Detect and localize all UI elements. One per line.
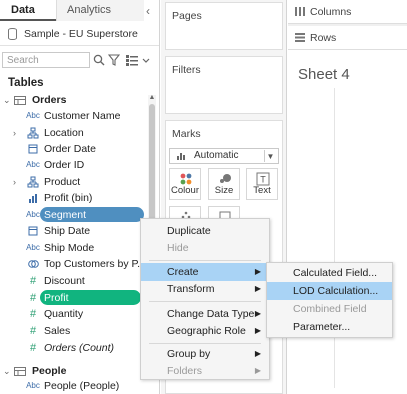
submenu-arrow-icon: ▶	[254, 284, 261, 293]
rows-icon	[295, 33, 305, 42]
calendar-icon	[28, 144, 38, 154]
expand-chevron-icon[interactable]: ›	[13, 174, 21, 190]
text-button[interactable]: T Text	[246, 168, 278, 200]
chevron-down-icon: ▼	[264, 150, 276, 162]
menu-item-create[interactable]: Create ▶	[141, 263, 269, 281]
automatic-mark-icon	[177, 153, 185, 160]
submenu-arrow-icon: ▶	[254, 349, 261, 358]
data-pane: Data Analytics ‹ Sample - EU Superstore …	[0, 0, 160, 394]
menu-item-group-by[interactable]: Group by ▶	[141, 345, 269, 363]
submenu-arrow-icon: ▶	[254, 326, 261, 335]
view-options-icon[interactable]	[125, 53, 151, 67]
pages-card[interactable]: Pages	[165, 2, 283, 50]
menu-item-lod-calculation[interactable]: LOD Calculation...	[267, 282, 392, 300]
string-type-icon: Abc	[26, 243, 40, 252]
set-icon	[28, 260, 39, 268]
menu-separator	[149, 343, 261, 344]
menu-item-parameter[interactable]: Parameter...	[267, 318, 392, 336]
table-name: Orders	[32, 94, 67, 106]
table-icon	[14, 96, 26, 105]
search-input[interactable]	[2, 52, 90, 68]
columns-icon	[295, 7, 305, 16]
mark-type-dropdown[interactable]: Automatic ▼	[169, 148, 279, 164]
size-icon	[220, 174, 231, 183]
menu-item-folders[interactable]: Folders ▶	[141, 362, 269, 380]
rows-shelf[interactable]: Rows	[288, 26, 407, 50]
menu-item-change-data-type[interactable]: Change Data Type ▶	[141, 305, 269, 323]
mark-type-label: Automatic	[194, 150, 239, 161]
colour-button[interactable]: Colour	[169, 168, 201, 200]
menu-item-calculated-field[interactable]: Calculated Field...	[267, 264, 392, 282]
submenu-arrow-icon: ▶	[254, 366, 261, 375]
hierarchy-icon	[27, 176, 39, 188]
columns-shelf[interactable]: Columns	[288, 0, 407, 24]
size-button[interactable]: Size	[208, 168, 240, 200]
collapse-chevron-icon[interactable]: ⌄	[3, 92, 11, 108]
filter-icon[interactable]	[108, 53, 120, 67]
number-type-icon: #	[29, 308, 37, 320]
menu-item-transform[interactable]: Transform ▶	[141, 280, 269, 298]
number-type-icon: #	[29, 325, 37, 337]
string-type-icon: Abc	[26, 381, 40, 390]
string-type-icon: Abc	[26, 210, 40, 219]
number-type-icon: #	[29, 342, 37, 354]
colour-icon	[180, 173, 192, 185]
sheet-title[interactable]: Sheet 4	[298, 66, 350, 83]
number-type-icon: #	[29, 275, 37, 287]
menu-separator	[149, 301, 261, 302]
database-icon	[8, 28, 17, 40]
hierarchy-icon	[27, 127, 39, 139]
bin-icon	[29, 194, 37, 203]
scroll-up-icon[interactable]: ▲	[148, 93, 156, 102]
view-gridline	[334, 88, 335, 388]
tab-analytics[interactable]: Analytics	[56, 0, 144, 21]
text-icon: T	[256, 172, 270, 186]
table-icon	[14, 367, 26, 376]
svg-text:T: T	[260, 175, 266, 185]
string-type-icon: Abc	[26, 111, 40, 120]
string-type-icon: Abc	[26, 160, 40, 169]
menu-item-combined-field[interactable]: Combined Field	[267, 300, 392, 318]
field-context-menu: Duplicate Hide Create ▶ Transform ▶ Chan…	[140, 218, 270, 380]
calendar-icon	[28, 226, 38, 236]
submenu-arrow-icon: ▶	[254, 267, 261, 276]
collapse-chevron-icon[interactable]: ⌄	[3, 363, 11, 379]
tab-data[interactable]: Data	[0, 0, 56, 21]
expand-chevron-icon[interactable]: ›	[13, 125, 21, 141]
search-icon[interactable]	[92, 53, 106, 67]
collapse-pane-icon[interactable]: ‹	[146, 4, 156, 18]
number-type-icon: #	[29, 292, 37, 304]
datasource-item[interactable]: Sample - EU Superstore	[0, 22, 159, 46]
table-name: People	[32, 365, 67, 377]
shelf-divider	[288, 24, 407, 26]
filters-card[interactable]: Filters	[165, 56, 283, 114]
datasource-label: Sample - EU Superstore	[24, 28, 138, 40]
submenu-arrow-icon: ▶	[254, 309, 261, 318]
menu-item-duplicate[interactable]: Duplicate	[141, 222, 269, 240]
create-submenu: Calculated Field... LOD Calculation... C…	[266, 262, 393, 338]
menu-item-hide[interactable]: Hide	[141, 239, 269, 257]
tables-header: Tables	[8, 77, 44, 89]
menu-separator	[149, 260, 261, 261]
menu-item-geographic-role[interactable]: Geographic Role ▶	[141, 322, 269, 340]
